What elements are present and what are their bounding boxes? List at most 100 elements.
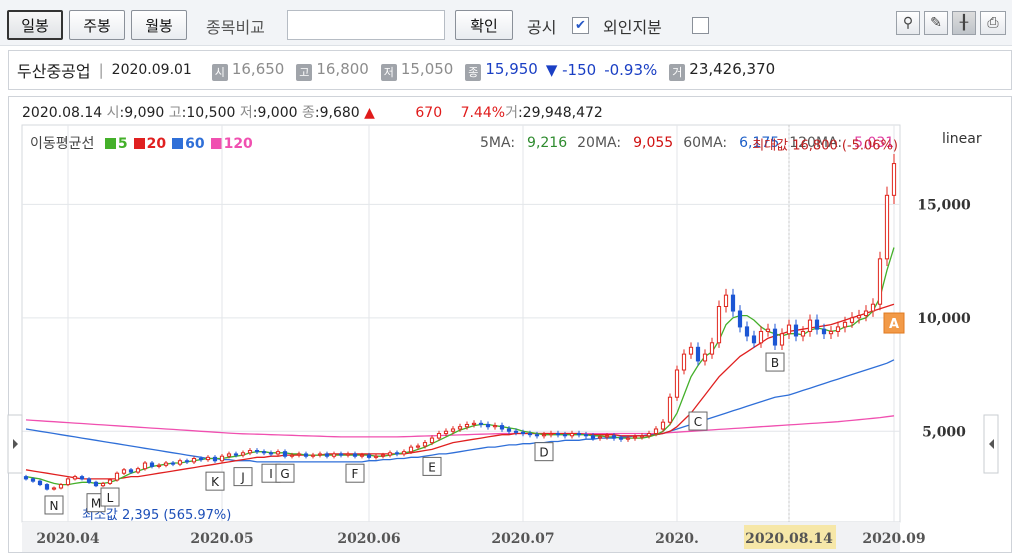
candle-body xyxy=(121,469,127,474)
candle-body xyxy=(247,450,253,454)
candle-body xyxy=(653,428,659,435)
event-marker-label: F xyxy=(352,467,359,481)
candle-body xyxy=(751,335,757,344)
candle-body xyxy=(674,369,680,398)
candle-body xyxy=(44,484,50,490)
candle-body xyxy=(212,456,218,462)
candle-body xyxy=(786,324,792,335)
candle-body xyxy=(289,454,295,457)
candle-body xyxy=(807,319,813,332)
candle-body xyxy=(86,478,92,483)
candle-body xyxy=(93,481,99,487)
event-marker-label: C xyxy=(694,415,702,429)
candle-body xyxy=(702,353,708,362)
x-tick-label: 2020.07 xyxy=(491,531,554,547)
candle-body xyxy=(114,472,120,481)
candle-body xyxy=(422,442,428,447)
candle-body xyxy=(310,454,316,457)
candle-body xyxy=(793,324,799,337)
event-marker-label: G xyxy=(280,467,289,481)
candle-body xyxy=(583,434,589,437)
candle-body xyxy=(744,326,750,337)
candle-body xyxy=(611,435,617,439)
candle-body xyxy=(870,303,876,312)
ma5-line xyxy=(25,247,895,486)
candle-body xyxy=(380,454,386,457)
candle-body xyxy=(520,431,526,435)
candle-body xyxy=(562,434,568,437)
candle-body xyxy=(359,454,365,457)
candle-body xyxy=(51,487,57,490)
candle-body xyxy=(352,453,358,457)
y-tick-label: 5,000 xyxy=(922,424,966,440)
x-tick-label: 2020.08.14 xyxy=(745,531,833,547)
candle-body xyxy=(863,310,869,317)
event-marker-label: I xyxy=(269,467,273,481)
candle-body xyxy=(226,453,232,457)
candle-body xyxy=(331,453,337,457)
candle-body xyxy=(30,478,36,482)
candle-body xyxy=(170,462,176,465)
event-marker-label: L xyxy=(107,491,114,505)
candlestick-chart: 5,000 10,000 15,000 2020.04 2020.05 2020.06 20… xyxy=(7,124,999,552)
candle-body xyxy=(219,455,225,462)
event-marker-label: A xyxy=(889,317,899,332)
candle-body xyxy=(506,428,512,432)
candle-body xyxy=(772,328,778,346)
candle-body xyxy=(597,436,603,439)
candle-body xyxy=(618,437,624,440)
max-value-label: 최대값 16,800 (-5.06%) xyxy=(752,139,898,154)
candle-body xyxy=(758,330,764,344)
x-tick-label: 2020.05 xyxy=(190,531,253,547)
candle-body xyxy=(716,305,722,344)
candle-body xyxy=(541,434,547,437)
candle-body xyxy=(723,294,729,307)
candle-body xyxy=(471,422,477,425)
candle-body xyxy=(58,484,64,489)
candle-body xyxy=(828,330,834,335)
y-tick-label: 15,000 xyxy=(917,197,971,213)
candle-body xyxy=(660,421,666,430)
candle-body xyxy=(639,435,645,438)
candle-body xyxy=(632,436,638,439)
candle-body xyxy=(835,326,841,332)
candle-body xyxy=(590,435,596,439)
ma60-line xyxy=(25,359,895,463)
candle-body xyxy=(345,453,351,456)
candle-body xyxy=(436,433,442,439)
candle-body xyxy=(499,425,505,430)
candle-body xyxy=(79,476,85,480)
candle-body xyxy=(135,468,141,473)
candle-body xyxy=(625,437,631,440)
candle-body xyxy=(695,346,701,362)
ma20-line xyxy=(25,303,895,480)
candle-body xyxy=(65,478,71,486)
x-tick-label: 2020.09 xyxy=(862,531,925,547)
candle-body xyxy=(394,452,400,455)
candle-body xyxy=(856,315,862,319)
candle-body xyxy=(205,456,211,461)
candle-body xyxy=(408,446,414,453)
candle-body xyxy=(443,430,449,435)
candle-body xyxy=(576,433,582,436)
candle-body xyxy=(100,482,106,487)
candle-body xyxy=(282,451,288,457)
candle-body xyxy=(604,435,610,438)
candle-body xyxy=(737,310,743,328)
candle-body xyxy=(37,480,43,486)
candle-body xyxy=(23,476,29,480)
candle-body xyxy=(296,453,302,456)
candle-body xyxy=(849,317,855,323)
candle-body xyxy=(163,462,169,466)
candle-body xyxy=(338,453,344,456)
candle-body xyxy=(485,423,491,428)
event-marker-label: B xyxy=(771,356,779,370)
candle-body xyxy=(142,462,148,470)
candle-body xyxy=(730,294,736,312)
candle-body xyxy=(513,430,519,433)
candle-body xyxy=(814,319,820,330)
candle-body xyxy=(548,433,554,436)
candle-body xyxy=(765,328,771,332)
candle-body xyxy=(688,346,694,355)
candle-body xyxy=(268,452,274,455)
